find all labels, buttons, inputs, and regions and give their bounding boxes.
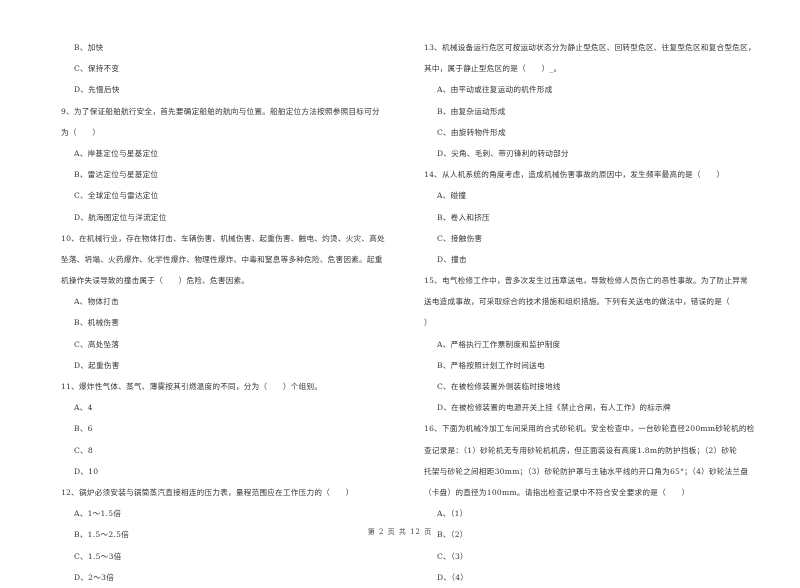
question-text: 13、机械设备运行危区可按运动状态分为静止型危区、回转型危区、往复型危区和复合型… [424, 43, 756, 52]
answer-option: D、尖角、毛刺、带刃锋利的转动部分 [437, 148, 569, 158]
question-text: 其中，属于静止型危区的是（ ）_。 [424, 64, 562, 74]
answer-option: A、岸基定位与星基定位 [74, 148, 159, 158]
answer-option: B、6 [74, 424, 93, 434]
answer-option: A、物体打击 [74, 297, 119, 307]
question-text: 送电造成事故，可采取综合的技术措施和组织措施。下列有关送电的做法中，错误的是（ [424, 297, 730, 307]
answer-option: A、（1） [437, 509, 468, 519]
answer-option: A、4 [74, 403, 93, 413]
question-text: 9、为了保证船舶航行安全，首先要确定船舶的航向与位置。船舶定位方法按照参照目标可… [61, 106, 380, 116]
answer-option: D、10 [74, 466, 99, 476]
answer-option: C、高处坠落 [74, 339, 120, 349]
answer-option: D、起重伤害 [74, 360, 120, 370]
left-column: B、加快 C、保持不变 D、先慢后快 9、为了保证船舶航行安全，首先要确定船舶的航向与… [61, 37, 406, 588]
question-text: 11、爆炸性气体、蒸气、薄雾按其引燃温度的不同，分为（ ）个组别。 [61, 382, 323, 391]
question-text: 机操作失误导致的撞击属于（ ）危险、危害因素。 [61, 276, 250, 286]
answer-option: A、严格执行工作票制度和监护制度 [437, 339, 561, 349]
question-text: 16、下面为机械冷加工车间采用的合式砂轮机。安全检查中，一台砂轮直径200mm砂… [424, 424, 755, 434]
question-text: 托架与砂轮之间相距30mm；（3）砂轮防护罩与主轴水平线的开口角为65°；（4）… [424, 466, 749, 476]
question-text: 查记录是：（1）砂轮机无专用砂轮机机房，但正面装设有高度1.8m的防护挡板；（2… [424, 445, 738, 455]
answer-option: A、由平动或往复运动的机件形成 [437, 85, 553, 95]
answer-option: D、航海图定位与洋流定位 [74, 212, 167, 222]
question-text: 12、锅炉必须安装与锅筒蒸汽直接相连的压力表，量程范围应在工作压力的（ ） [61, 487, 354, 497]
question-text: ） [424, 318, 432, 328]
answer-option: C、接触伤害 [437, 233, 483, 243]
answer-option: D、（4） [437, 572, 469, 582]
question-text: （卡盘）的直径为100mm。请指出检查记录中不符合安全要求的是（ ） [424, 487, 690, 497]
answer-option: A、1～1.5倍 [74, 509, 122, 519]
answer-option: B、由复杂运动形成 [437, 106, 506, 116]
answer-option: D、先慢后快 [74, 85, 120, 95]
answer-option: C、全球定位与雷达定位 [74, 191, 159, 201]
answer-option: B、卷入和挤压 [437, 212, 490, 222]
answer-option: C、在被检修装置外侧装临时接地线 [437, 382, 561, 391]
answer-option: D、2～3倍 [74, 572, 115, 582]
answer-option: B、严格按照计划工作时间送电 [437, 360, 545, 370]
question-text: 坠落、坍塌、火药爆炸、化学性爆炸、物理性爆炸、中毒和窒息等多种危险、危害因素。起… [61, 254, 383, 264]
answer-option: C、8 [74, 445, 93, 455]
answer-option: B、机械伤害 [74, 318, 120, 328]
answer-option: C、1.5～3倍 [74, 551, 122, 561]
answer-option: C、（3） [437, 551, 468, 561]
question-text: 10、在机械行业，存在物体打击、车辆伤害、机械伤害、起重伤害、触电、灼烫、火灾、… [61, 233, 385, 243]
answer-option: C、由旋转物件形成 [437, 127, 506, 137]
answer-option: D、撞击 [437, 254, 467, 264]
answer-option: A、碰撞 [437, 191, 467, 201]
question-text: 15、电气检修工作中，曾多次发生过违章送电，导致检修人员伤亡的恶性事故。为了防止… [424, 276, 748, 286]
answer-option: B、加快 [74, 43, 104, 52]
question-text: 为（ ） [61, 127, 101, 137]
right-column: 13、机械设备运行危区可按运动状态分为静止型危区、回转型危区、往复型危区和复合型… [424, 37, 772, 588]
answer-option: D、在被检修装置的电源开关上挂《禁止合闸，有人工作》的标示牌 [437, 403, 671, 413]
answer-option: C、保持不变 [74, 64, 120, 74]
question-text: 14、从人机系统的角度考虑，造成机械伤害事故的原因中，发生频率最高的是（ ） [424, 170, 725, 180]
page-footer: 第 2 页 共 12 页 [367, 528, 433, 536]
answer-option: B、雷达定位与星基定位 [74, 170, 159, 180]
